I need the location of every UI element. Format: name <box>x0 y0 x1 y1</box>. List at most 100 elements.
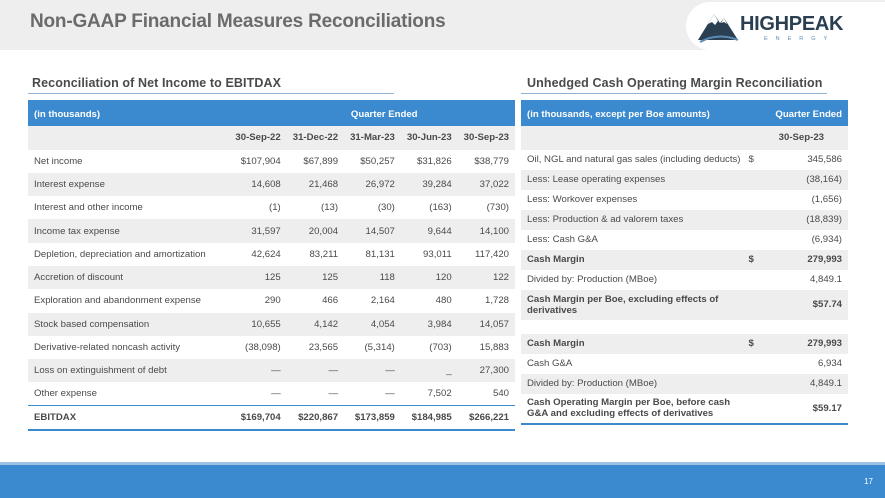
ebitdax-total-label: EBITDAX <box>34 412 77 424</box>
table-cell: 3,984 <box>400 312 458 336</box>
table-cell: (5,314) <box>364 342 395 354</box>
table-cell: (1,656) <box>811 194 842 205</box>
table-cell: 466 <box>322 295 339 307</box>
currency-symbol <box>746 354 762 374</box>
ebitdax-table-body: Net income $107,904 $67,899 $50,257 $31,826 $… <box>28 150 515 406</box>
table-cell: $266,221 <box>468 412 509 424</box>
table-cell: (18,839) <box>762 209 848 230</box>
cash-margin-table: (in thousands, except per Boe amounts) Q… <box>521 100 848 425</box>
row-label: Stock based compensation <box>28 312 230 336</box>
table-cell: (1) <box>269 202 281 214</box>
table-cell: — <box>344 359 401 383</box>
table-row: Exploration and abandonment expense 290 46… <box>28 289 515 312</box>
cash-margin-quarter-ended-label: Quarter Ended <box>746 101 848 126</box>
table-cell: 4,054 <box>344 312 401 336</box>
table-cell: 118 <box>344 265 401 290</box>
table-cell: 42,624 <box>251 248 281 260</box>
ebitdax-column-header-row: 30-Sep-22 31-Dec-22 31-Mar-23 30-Jun-23 … <box>28 125 515 150</box>
table-cell: 120 <box>400 265 458 290</box>
spacer-row <box>521 320 848 334</box>
currency-symbol <box>746 169 763 190</box>
table-row: Cash Margin per Boe, excluding effects o… <box>521 289 848 320</box>
row-label: Exploration and abandonment expense <box>34 295 201 307</box>
table-row: Other expense — — — 7,502 540 <box>28 382 515 405</box>
table-row: Cash Margin $279,993 <box>521 249 848 270</box>
table-row: Interest and other income (1) (13) (30) (163… <box>28 196 515 219</box>
row-label: Net income <box>34 155 83 167</box>
table-cell: 21,468 <box>286 172 345 197</box>
table-row: Less: Production & ad valorem taxes (18,8… <box>521 209 848 230</box>
currency-symbol <box>746 209 763 230</box>
table-row: Income tax expense 31,597 20,004 14,507 9,64… <box>28 219 515 243</box>
currency-symbol: $ <box>748 154 754 165</box>
cash-margin-header-row: (in thousands, except per Boe amounts) Q… <box>521 101 848 126</box>
mountain-logo-icon <box>698 14 739 43</box>
table-cell: 15,883 <box>479 342 509 354</box>
table-cell: (13) <box>321 202 339 214</box>
table-cell: 345,586 <box>807 154 842 165</box>
table-row: Divided by: Production (MBoe) 4,849.1 <box>521 373 848 394</box>
table-cell: 26,972 <box>344 172 401 197</box>
table-cell: $50,257 <box>360 155 395 167</box>
table-row: Interest expense 14,608 21,468 26,972 39,284… <box>28 172 515 197</box>
table-cell: $184,985 <box>411 412 452 424</box>
ebitdax-title-rule <box>28 93 394 94</box>
company-logo: HIGHPEAK ENERGY <box>686 2 885 50</box>
table-cell: 20,004 <box>286 219 345 243</box>
table-cell: 93,011 <box>423 248 452 260</box>
table-cell: 23,565 <box>308 342 339 354</box>
table-cell: 7,502 <box>427 388 452 400</box>
ebitdax-table: (in thousands) Quarter Ended 30-Sep-22 3… <box>28 100 515 431</box>
column-header: 31-Mar-23 <box>344 125 401 150</box>
table-cell: 125 <box>286 265 345 290</box>
table-row: Loss on extinguishment of debt — — — _ 27,300 <box>28 359 515 383</box>
row-label: Less: Production & ad valorem taxes <box>521 209 747 230</box>
table-cell: $169,704 <box>240 412 281 424</box>
table-cell: 10,655 <box>229 312 287 336</box>
table-cell: $31,826 <box>416 155 452 167</box>
table-cell: _ <box>400 359 458 383</box>
row-label: Interest expense <box>28 172 230 197</box>
column-header: 30-Sep-22 <box>229 125 287 150</box>
table-cell: (38,098) <box>245 342 281 354</box>
column-header: 30-Sep-23 <box>746 125 848 150</box>
table-cell: 81,131 <box>365 248 395 260</box>
page-number: 17 <box>864 477 873 486</box>
currency-symbol <box>746 394 762 424</box>
ebitdax-header-row: (in thousands) Quarter Ended <box>28 101 515 126</box>
row-label: Oil, NGL and natural gas sales (includin… <box>527 154 741 165</box>
table-row: Less: Lease operating expenses (38,164) <box>521 169 848 190</box>
table-row: Cash G&A 6,934 <box>521 354 848 374</box>
table-cell: (163) <box>429 202 452 214</box>
table-cell: 9,644 <box>400 219 458 243</box>
cash-margin-section-title: Unhedged Cash Operating Margin Reconcili… <box>527 76 823 90</box>
cash-margin-column-header-row: 30-Sep-23 <box>521 125 848 150</box>
table-cell: 14,608 <box>229 172 287 197</box>
table-cell: — <box>328 388 339 400</box>
table-cell: (730) <box>486 202 509 214</box>
footer-bar <box>0 465 885 498</box>
table-cell: 14,507 <box>344 219 401 243</box>
table-cell: 4,142 <box>286 312 345 336</box>
table-row: Oil, NGL and natural gas sales (includin… <box>521 150 848 170</box>
table-row: Cash Operating Margin per Boe, before ca… <box>521 394 848 424</box>
table-cell: 4,849.1 <box>809 274 842 285</box>
column-header: 31-Dec-22 <box>286 125 345 150</box>
table-row: Derivative-related noncash activity (38,0… <box>28 336 515 359</box>
row-label: Cash Margin <box>521 333 747 354</box>
currency-symbol: $ <box>746 249 763 270</box>
table-cell: (38,164) <box>762 169 848 190</box>
row-label: Accretion of discount <box>28 265 230 290</box>
currency-symbol <box>746 289 763 320</box>
table-row: Cash Margin $279,993 <box>521 333 848 354</box>
currency-symbol <box>746 230 762 250</box>
logo-wordmark: HIGHPEAK <box>740 13 844 35</box>
row-label: Cash Margin <box>521 249 747 270</box>
column-header: 30-Sep-23 <box>457 125 515 150</box>
cash-margin-title-rule <box>521 93 827 94</box>
currency-symbol <box>746 373 763 394</box>
table-cell: 39,284 <box>400 172 458 197</box>
column-header: 30-Jun-23 <box>400 125 458 150</box>
table-cell: 83,211 <box>309 248 339 260</box>
ebitdax-section-title: Reconciliation of Net Income to EBITDAX <box>32 76 282 90</box>
